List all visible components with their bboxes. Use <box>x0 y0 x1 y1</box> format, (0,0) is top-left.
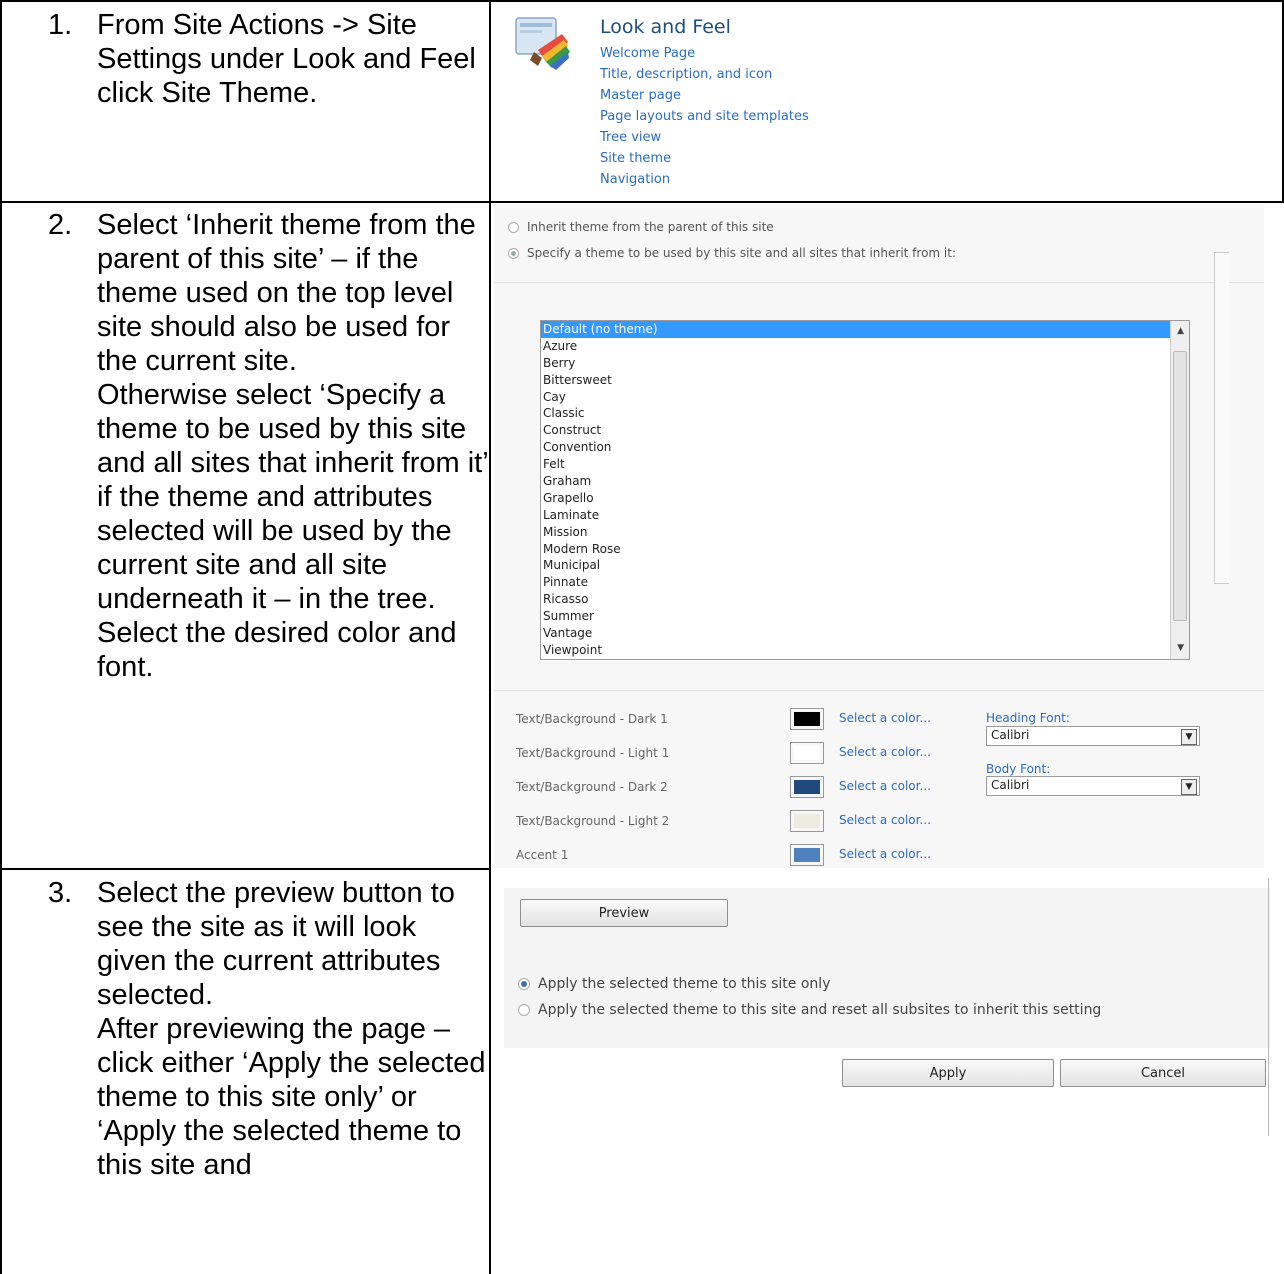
theme-option[interactable]: Bittersweet <box>541 372 1189 389</box>
select-color-link-dark-2[interactable]: Select a color... <box>839 779 931 793</box>
theme-option[interactable]: Convention <box>541 439 1189 456</box>
theme-option[interactable]: Mission <box>541 524 1189 541</box>
select-color-link-dark-1[interactable]: Select a color... <box>839 711 931 725</box>
step-number: 1. <box>48 9 73 41</box>
radio-inherit-theme-label: Inherit theme from the parent of this si… <box>527 220 774 234</box>
row-divider-1 <box>0 201 1284 203</box>
link-title-description-icon[interactable]: Title, description, and icon <box>600 64 809 85</box>
step-text: Select ‘Inherit theme from the parent of… <box>97 209 488 683</box>
apply-theme-panel: Preview Apply the selected theme to this… <box>504 888 1270 1048</box>
theme-option[interactable]: Classic <box>541 405 1189 422</box>
color-label-light-2: Text/Background - Light 2 <box>516 814 670 828</box>
theme-option[interactable]: Laminate <box>541 507 1189 524</box>
theme-listbox[interactable]: Default (no theme) Azure Berry Bitterswe… <box>540 320 1190 660</box>
page-scrollbar[interactable] <box>1214 252 1229 584</box>
preview-button[interactable]: Preview <box>520 899 728 927</box>
heading-font-label: Heading Font: <box>986 711 1070 725</box>
select-color-link-accent-1[interactable]: Select a color... <box>839 847 931 861</box>
link-navigation[interactable]: Navigation <box>600 169 809 190</box>
chevron-down-icon[interactable]: ▼ <box>1181 729 1197 745</box>
theme-option[interactable]: Felt <box>541 456 1189 473</box>
step-text: Select the preview button to see the sit… <box>97 877 486 1181</box>
row-divider-2 <box>0 868 491 870</box>
radio-apply-this-site-label: Apply the selected theme to this site on… <box>538 976 831 992</box>
color-swatch-light-2[interactable] <box>790 810 824 832</box>
heading-font-select[interactable]: Calibri ▼ <box>986 726 1200 746</box>
radio-apply-this-site-row[interactable]: Apply the selected theme to this site on… <box>518 976 830 992</box>
radio-specify-theme[interactable] <box>508 247 519 259</box>
radio-apply-reset-label: Apply the selected theme to this site an… <box>538 1002 1102 1018</box>
select-color-link-light-1[interactable]: Select a color... <box>839 745 931 759</box>
theme-option[interactable]: Ricasso <box>541 591 1189 608</box>
color-swatch-dark-2[interactable] <box>790 776 824 798</box>
step-3: 3. Select the preview button to see the … <box>28 876 488 1182</box>
theme-option[interactable]: Construct <box>541 422 1189 439</box>
step-number: 3. <box>48 877 73 909</box>
step-text: From Site Actions -> Site Settings under… <box>97 9 476 109</box>
scroll-up-icon[interactable]: ▲ <box>1177 323 1184 340</box>
scroll-down-icon[interactable]: ▼ <box>1177 640 1184 657</box>
theme-option[interactable]: Azure <box>541 338 1189 355</box>
theme-option[interactable]: Graham <box>541 473 1189 490</box>
color-swatch-accent-1[interactable] <box>790 844 824 866</box>
theme-option[interactable]: Modern Rose <box>541 541 1189 558</box>
radio-inherit-theme[interactable] <box>508 221 519 233</box>
theme-option[interactable]: Viewpoint <box>541 642 1189 659</box>
color-swatch-light-1[interactable] <box>790 742 824 764</box>
body-font-value: Calibri <box>991 778 1030 792</box>
look-and-feel-links: Welcome Page Title, description, and ico… <box>600 43 809 190</box>
color-label-dark-2: Text/Background - Dark 2 <box>516 780 668 794</box>
link-page-layouts[interactable]: Page layouts and site templates <box>600 106 809 127</box>
link-tree-view[interactable]: Tree view <box>600 127 809 148</box>
color-label-light-1: Text/Background - Light 1 <box>516 746 670 760</box>
look-and-feel-title: Look and Feel <box>600 16 731 38</box>
cancel-button[interactable]: Cancel <box>1060 1059 1266 1087</box>
apply-button[interactable]: Apply <box>842 1059 1054 1087</box>
theme-option[interactable]: Berry <box>541 355 1189 372</box>
radio-specify-theme-row[interactable]: Specify a theme to be used by this site … <box>508 246 956 260</box>
radio-specify-theme-label: Specify a theme to be used by this site … <box>527 246 956 260</box>
theme-settings-panel: Inherit theme from the parent of this si… <box>494 204 1264 868</box>
link-master-page[interactable]: Master page <box>600 85 809 106</box>
look-and-feel-icon <box>515 17 570 70</box>
theme-option[interactable]: Default (no theme) <box>541 321 1189 338</box>
radio-apply-reset-row[interactable]: Apply the selected theme to this site an… <box>518 1002 1101 1018</box>
theme-option[interactable]: Grapello <box>541 490 1189 507</box>
table-border-left <box>0 0 2 1274</box>
radio-apply-reset[interactable] <box>518 1004 530 1016</box>
radio-inherit-theme-row[interactable]: Inherit theme from the parent of this si… <box>508 220 774 234</box>
theme-option[interactable]: Cay <box>541 389 1189 406</box>
body-font-select[interactable]: Calibri ▼ <box>986 776 1200 796</box>
color-label-accent-1: Accent 1 <box>516 848 569 862</box>
link-welcome-page[interactable]: Welcome Page <box>600 43 809 64</box>
radio-apply-this-site[interactable] <box>518 978 530 990</box>
screenshot-edge <box>1268 878 1269 1136</box>
heading-font-value: Calibri <box>991 728 1030 742</box>
scroll-thumb[interactable] <box>1173 351 1187 621</box>
listbox-scrollbar[interactable]: ▲ ▼ <box>1170 321 1189 659</box>
step-number: 2. <box>48 209 73 241</box>
instruction-table: 1. From Site Actions -> Site Settings un… <box>0 0 1284 1274</box>
theme-option[interactable]: Vantage <box>541 625 1189 642</box>
divider <box>494 690 1264 691</box>
table-border-top <box>0 0 1284 2</box>
color-label-dark-1: Text/Background - Dark 1 <box>516 712 668 726</box>
theme-option[interactable]: Pinnate <box>541 574 1189 591</box>
step-2: 2. Select ‘Inherit theme from the parent… <box>28 208 488 684</box>
chevron-down-icon[interactable]: ▼ <box>1181 779 1197 795</box>
theme-option[interactable]: Summer <box>541 608 1189 625</box>
body-font-label: Body Font: <box>986 762 1051 776</box>
step-1: 1. From Site Actions -> Site Settings un… <box>28 8 488 110</box>
theme-option[interactable]: Municipal <box>541 557 1189 574</box>
select-color-link-light-2[interactable]: Select a color... <box>839 813 931 827</box>
table-column-divider <box>489 0 491 1274</box>
color-swatch-dark-1[interactable] <box>790 708 824 730</box>
divider <box>494 282 1264 283</box>
link-site-theme[interactable]: Site theme <box>600 148 809 169</box>
